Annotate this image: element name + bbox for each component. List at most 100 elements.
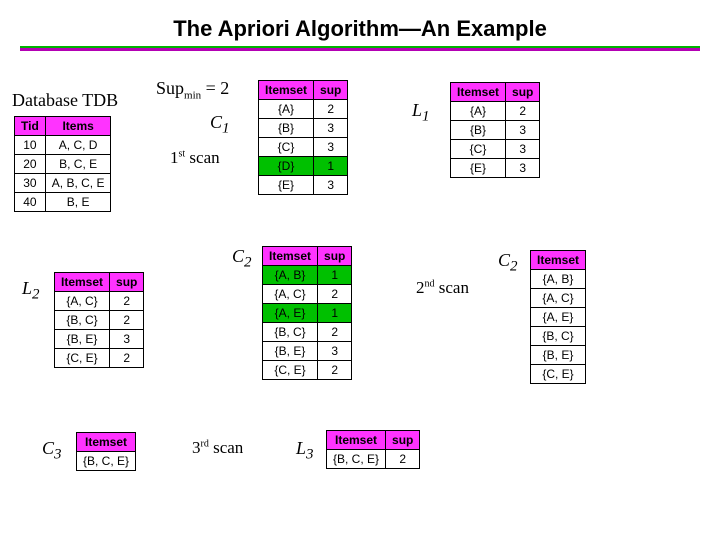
table-row: 40B, E: [15, 193, 111, 212]
cell: {A, C}: [531, 289, 586, 308]
table-row: {C}3: [451, 140, 540, 159]
col-header: Itemset: [531, 251, 586, 270]
table-row: {A, E}: [531, 308, 586, 327]
l1-label: L1: [412, 100, 430, 126]
cell: {B}: [259, 119, 314, 138]
table-row: {C}3: [259, 138, 348, 157]
c1-table: Itemset sup {A}2 {B}3 {C}3 {D}1 {E}3: [258, 80, 348, 195]
title-rule: [20, 46, 700, 51]
table-row: {B, C}: [531, 327, 586, 346]
table-row: {B, E}3: [55, 330, 144, 349]
cell: {A}: [451, 102, 506, 121]
supmin-sub: min: [184, 90, 201, 102]
cell: {A, B}: [531, 270, 586, 289]
supmin-text: Sup: [156, 78, 184, 98]
label-text: C: [42, 438, 54, 458]
table-row: {B}3: [259, 119, 348, 138]
table-row: {B}3: [451, 121, 540, 140]
cell: {B, C, E}: [77, 452, 136, 471]
cell: B, E: [45, 193, 111, 212]
c2b-table: Itemset sup {A, B}1 {A, C}2 {A, E}1 {B, …: [262, 246, 352, 380]
table-row: {A, C}2: [263, 285, 352, 304]
cell: 20: [15, 155, 46, 174]
cell: 40: [15, 193, 46, 212]
cell: {E}: [451, 159, 506, 178]
cell: 2: [318, 323, 352, 342]
table-header-row: Itemset sup: [451, 83, 540, 102]
database-label: Database TDB: [12, 90, 118, 111]
col-header: Itemset: [327, 431, 386, 450]
cell: 2: [318, 361, 352, 380]
cell: {C, E}: [55, 349, 110, 368]
cell: {C, E}: [263, 361, 318, 380]
table-row: {A, C}: [531, 289, 586, 308]
cell: 30: [15, 174, 46, 193]
scan-word: scan: [435, 278, 469, 297]
cell: {A}: [259, 100, 314, 119]
cell: 2: [386, 450, 420, 469]
scan-word: scan: [209, 438, 243, 457]
cell: A, C, D: [45, 136, 111, 155]
label-sub: 2: [510, 259, 518, 275]
cell: {B, C}: [263, 323, 318, 342]
l2-table: Itemset sup {A, C}2 {B, C}2 {B, E}3 {C, …: [54, 272, 144, 368]
l1-table: Itemset sup {A}2 {B}3 {C}3 {E}3: [450, 82, 540, 178]
cell: {C, E}: [531, 365, 586, 384]
scan-ord: 3: [192, 438, 201, 457]
cell: 1: [318, 304, 352, 323]
col-header: Itemset: [451, 83, 506, 102]
cell: {A, B}: [263, 266, 318, 285]
label-sub: 2: [244, 255, 252, 271]
table-row: {A, B}1: [263, 266, 352, 285]
cell: {B, E}: [263, 342, 318, 361]
table-row: {B, C}2: [55, 311, 144, 330]
table-row: {B, C, E}: [77, 452, 136, 471]
supmin-label: Supmin = 2: [156, 78, 229, 102]
cell: B, C, E: [45, 155, 111, 174]
cell: {B, C}: [55, 311, 110, 330]
page-title: The Apriori Algorithm—An Example: [10, 16, 710, 42]
cell: {B}: [451, 121, 506, 140]
scan3-label: 3rd scan: [192, 438, 243, 458]
l2-label: L2: [22, 278, 40, 304]
label-sub: 2: [32, 287, 40, 303]
c2b-label: C2: [232, 246, 252, 272]
col-header: Itemset: [259, 81, 314, 100]
c3-label: C3: [42, 438, 62, 464]
table-row: {B, E}: [531, 346, 586, 365]
l3-label: L3: [296, 438, 314, 464]
scan-ord: 2: [416, 278, 425, 297]
c2a-label: C2: [498, 250, 518, 276]
table-row: {C, E}: [531, 365, 586, 384]
table-header-row: Itemset: [531, 251, 586, 270]
table-row: {A, E}1: [263, 304, 352, 323]
label-text: L: [412, 100, 422, 120]
table-header-row: Itemset sup: [259, 81, 348, 100]
cell: {D}: [259, 157, 314, 176]
col-header: sup: [318, 247, 352, 266]
table-header-row: Itemset sup: [55, 273, 144, 292]
cell: {A, E}: [263, 304, 318, 323]
cell: 3: [314, 119, 348, 138]
cell: {C}: [451, 140, 506, 159]
table-row: {A, C}2: [55, 292, 144, 311]
cell: 3: [314, 176, 348, 195]
cell: 3: [110, 330, 144, 349]
cell: {A, C}: [55, 292, 110, 311]
cell: {A, C}: [263, 285, 318, 304]
label-sub: 3: [54, 447, 62, 463]
tdb-table: Tid Items 10A, C, D 20B, C, E 30A, B, C,…: [14, 116, 111, 212]
label-text: L: [22, 278, 32, 298]
table-row: {B, C, E}2: [327, 450, 420, 469]
cell: 2: [318, 285, 352, 304]
table-row: 30A, B, C, E: [15, 174, 111, 193]
col-header: Itemset: [263, 247, 318, 266]
cell: 2: [110, 292, 144, 311]
c1-label: C1: [210, 112, 230, 138]
col-header: sup: [386, 431, 420, 450]
table-row: {A, B}: [531, 270, 586, 289]
col-header: sup: [506, 83, 540, 102]
label-sub: 3: [306, 447, 314, 463]
cell: 3: [314, 138, 348, 157]
cell: 3: [506, 121, 540, 140]
